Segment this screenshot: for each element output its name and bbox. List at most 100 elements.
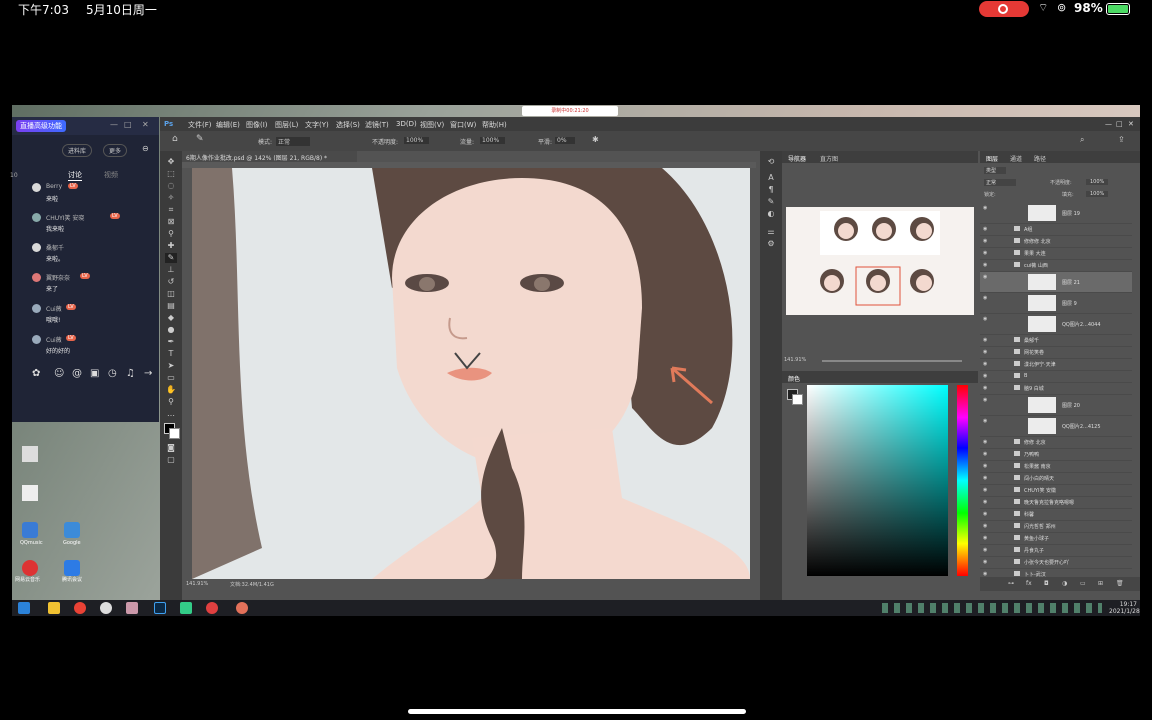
- shape-tool-icon[interactable]: ▭: [165, 373, 177, 383]
- layer-row[interactable]: ◉ 科馨: [980, 509, 1132, 521]
- visibility-eye-icon[interactable]: ◉: [983, 316, 987, 322]
- tencent-meeting-icon[interactable]: [64, 560, 80, 576]
- search-icon[interactable]: ⌕: [1080, 135, 1084, 145]
- layer-row[interactable]: ◉ 闯小白的晴天: [980, 473, 1132, 485]
- menu-filter[interactable]: 滤镜(T): [365, 120, 389, 130]
- layer-row[interactable]: ◉ 漾北伊宁·天津: [980, 359, 1132, 371]
- adjustments-icon[interactable]: ⚌: [765, 227, 777, 237]
- document-canvas[interactable]: [192, 168, 750, 579]
- taskbar-clock[interactable]: 19:17 2021/1/28: [1109, 601, 1140, 615]
- stamp-tool-icon[interactable]: ⊥: [165, 265, 177, 275]
- layer-row[interactable]: ◉ 松果酱 南京: [980, 461, 1132, 473]
- image-icon[interactable]: ▣: [90, 368, 99, 379]
- properties-icon[interactable]: ⚙: [765, 239, 777, 249]
- app-icon[interactable]: [180, 602, 192, 614]
- layer-row[interactable]: ◉ 黄鱼小球子: [980, 533, 1132, 545]
- layer-row[interactable]: ◉ 修修 北京: [980, 437, 1132, 449]
- layer-row[interactable]: ◉ 图层 19: [980, 203, 1132, 224]
- close-icon[interactable]: ✕: [1128, 120, 1134, 128]
- menu-edit[interactable]: 编辑(E): [216, 120, 240, 130]
- netease-music-icon[interactable]: [22, 560, 38, 576]
- share-icon[interactable]: ⇪: [1118, 135, 1125, 144]
- visibility-eye-icon[interactable]: ◉: [983, 373, 987, 379]
- marquee-tool-icon[interactable]: ⬚: [165, 169, 177, 179]
- app-icon[interactable]: [236, 602, 248, 614]
- visibility-eye-icon[interactable]: ◉: [983, 349, 987, 355]
- layer-kind-filter[interactable]: 类型: [984, 167, 1007, 174]
- layer-row[interactable]: ◉ 晚天鲁克拉鲁克咯嗯嗯: [980, 497, 1132, 509]
- visibility-eye-icon[interactable]: ◉: [983, 559, 987, 565]
- visibility-eye-icon[interactable]: ◉: [983, 250, 987, 256]
- magic-wand-icon[interactable]: ✧: [165, 193, 177, 203]
- pen-tool-icon[interactable]: ✒: [165, 337, 177, 347]
- background-color-swatch[interactable]: [169, 428, 180, 439]
- brush-settings-icon[interactable]: ✎: [765, 197, 777, 207]
- emoji-icon[interactable]: ☺: [54, 368, 64, 379]
- visibility-eye-icon[interactable]: ◉: [983, 451, 987, 457]
- new-layer-icon[interactable]: ⊞: [1098, 580, 1103, 587]
- mention-icon[interactable]: @: [72, 368, 82, 379]
- visibility-eye-icon[interactable]: ◉: [983, 535, 987, 541]
- smooth-input[interactable]: 0%: [555, 137, 575, 144]
- layer-row[interactable]: ◉ 图层 9: [980, 293, 1132, 314]
- new-group-icon[interactable]: ▭: [1080, 580, 1086, 587]
- layer-row[interactable]: ◉ B: [980, 371, 1132, 383]
- blend-mode-select[interactable]: 正常: [984, 179, 1017, 186]
- gradient-tool-icon[interactable]: ▤: [165, 301, 177, 311]
- brush-tool-icon[interactable]: ✎: [196, 134, 204, 144]
- history-panel-icon[interactable]: ⟲: [765, 157, 777, 167]
- blur-tool-icon[interactable]: ◆: [165, 313, 177, 323]
- frame-tool-icon[interactable]: ⊠: [165, 217, 177, 227]
- maximize-icon[interactable]: □: [124, 120, 132, 129]
- tab-video[interactable]: 视频: [104, 170, 118, 180]
- navigator-zoom[interactable]: 141.91%: [784, 357, 806, 363]
- visibility-eye-icon[interactable]: ◉: [983, 418, 987, 424]
- visibility-eye-icon[interactable]: ◉: [983, 475, 987, 481]
- visibility-eye-icon[interactable]: ◉: [983, 337, 987, 343]
- dodge-tool-icon[interactable]: ●: [165, 325, 177, 335]
- quick-mask-icon[interactable]: ◙: [165, 443, 177, 453]
- paragraph-panel-icon[interactable]: ¶: [765, 185, 777, 195]
- desktop-file-icon[interactable]: [22, 485, 38, 501]
- visibility-eye-icon[interactable]: ◉: [983, 361, 987, 367]
- layer-row[interactable]: ◉ QQ图片2...4125: [980, 416, 1132, 437]
- move-tool-icon[interactable]: ✥: [165, 157, 177, 167]
- start-icon[interactable]: [18, 602, 30, 614]
- zoom-level[interactable]: 141.91%: [186, 581, 208, 587]
- history-icon[interactable]: ◷: [108, 368, 117, 379]
- visibility-eye-icon[interactable]: ◉: [983, 238, 987, 244]
- document-size[interactable]: 文档:32.4M/1.41G: [230, 581, 274, 588]
- tab-discussion[interactable]: 讨论: [68, 170, 82, 181]
- visibility-eye-icon[interactable]: ◉: [983, 385, 987, 391]
- menu-file[interactable]: 文件(F): [188, 120, 212, 130]
- menu-view[interactable]: 视图(V): [420, 120, 444, 130]
- recording-chip[interactable]: 录制中00:21:20: [522, 106, 618, 116]
- mask-icon[interactable]: ◘: [1044, 580, 1049, 587]
- bell-icon[interactable]: ♫: [126, 368, 135, 379]
- maximize-icon[interactable]: □: [1116, 120, 1123, 128]
- visibility-eye-icon[interactable]: ◉: [983, 463, 987, 469]
- layer-row[interactable]: ◉ 乃鸭鸭: [980, 449, 1132, 461]
- visibility-eye-icon[interactable]: ◉: [983, 205, 987, 211]
- document-tab[interactable]: 6期人像作业批改.psd @ 142% (图层 21, RGB/8) *: [182, 151, 357, 162]
- more-tools-icon[interactable]: …: [165, 409, 177, 419]
- screen-mode-icon[interactable]: ▢: [165, 455, 177, 465]
- swatches-icon[interactable]: ◐: [765, 209, 777, 219]
- delete-layer-icon[interactable]: 🗑: [1116, 580, 1124, 587]
- menu-window[interactable]: 窗口(W): [450, 120, 476, 130]
- layer-row[interactable]: ◉ 闪光哲哲 郑州: [980, 521, 1132, 533]
- layer-row[interactable]: ◉ 丹食丸子: [980, 545, 1132, 557]
- layer-row[interactable]: ◉ QQ图片2...4044: [980, 314, 1132, 335]
- home-indicator[interactable]: [408, 709, 746, 714]
- layer-row[interactable]: ◉ 脑9 白城: [980, 383, 1132, 395]
- lasso-tool-icon[interactable]: ◌: [165, 181, 177, 191]
- history-brush-icon[interactable]: ↺: [165, 277, 177, 287]
- screen-recording-indicator[interactable]: [979, 1, 1029, 17]
- home-icon[interactable]: ⌂: [172, 134, 178, 144]
- visibility-eye-icon[interactable]: ◉: [983, 226, 987, 232]
- layer-opacity-input[interactable]: 100%: [1086, 179, 1109, 185]
- fx-icon[interactable]: fx: [1026, 580, 1032, 587]
- visibility-eye-icon[interactable]: ◉: [983, 439, 987, 445]
- system-tray-icons[interactable]: [882, 603, 1102, 613]
- eraser-icon[interactable]: ◫: [165, 289, 177, 299]
